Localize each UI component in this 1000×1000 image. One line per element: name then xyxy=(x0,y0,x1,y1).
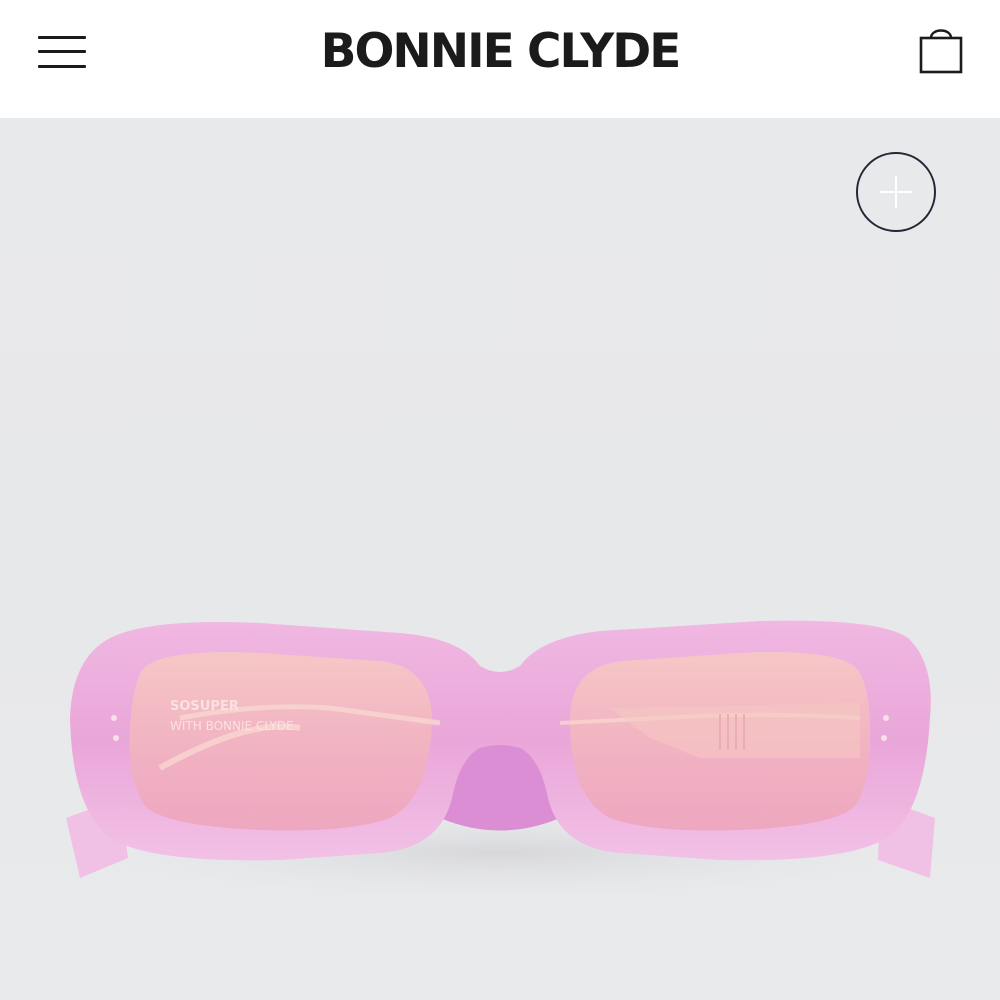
product-sunglasses-image: SOSUPER WITH BONNIE CLYDE xyxy=(60,620,940,903)
site-header: BONNIE CLYDE xyxy=(0,0,1000,118)
plus-icon xyxy=(880,176,912,208)
brand-logo[interactable]: BONNIE CLYDE xyxy=(240,22,760,82)
shopping-bag-icon[interactable] xyxy=(912,20,970,80)
temple-text-line1: SOSUPER xyxy=(170,699,239,714)
hamburger-menu-icon[interactable] xyxy=(34,28,90,74)
temple-text-line2: WITH BONNIE CLYDE xyxy=(170,719,294,733)
zoom-button[interactable] xyxy=(856,152,936,232)
product-image-area: SOSUPER WITH BONNIE CLYDE xyxy=(0,118,1000,1000)
